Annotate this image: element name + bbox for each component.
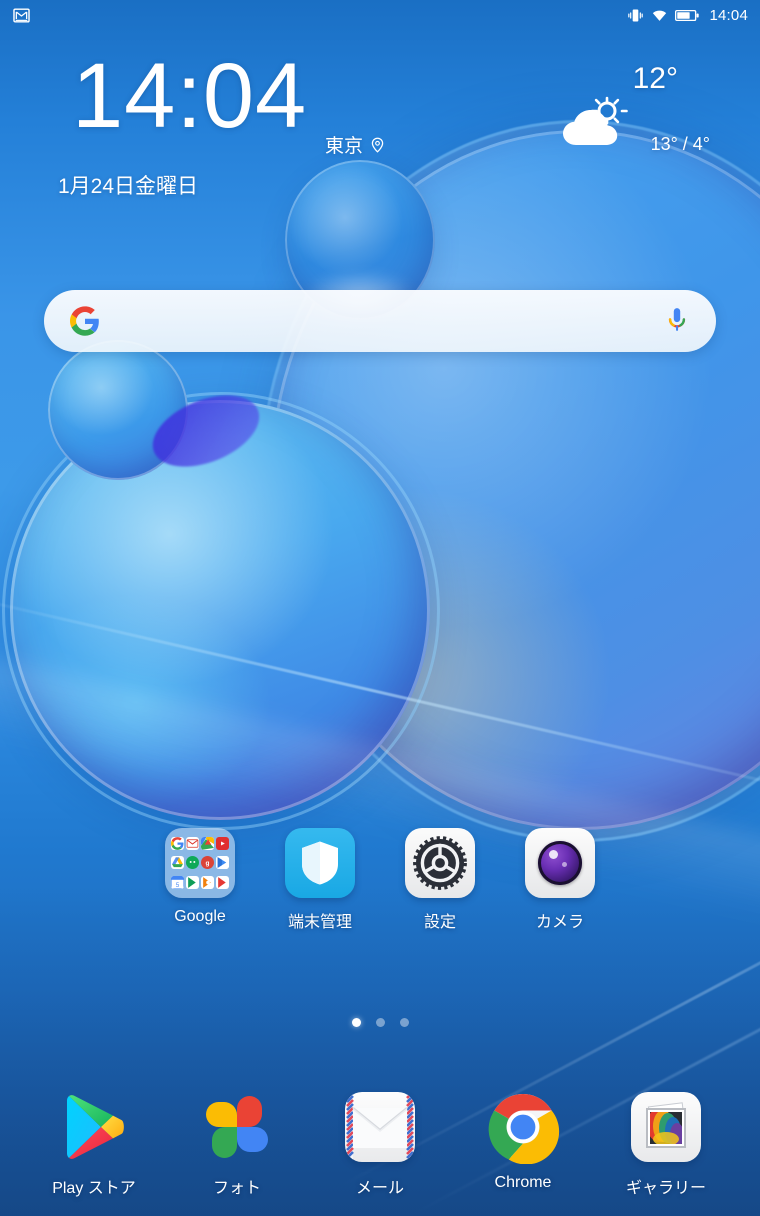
app-icon-settings[interactable]: 設定 (390, 828, 490, 932)
app-icon-google-folder[interactable]: g 5 Google (150, 828, 250, 932)
dock-item-mail[interactable]: メール (328, 1090, 432, 1198)
youtube-icon (216, 837, 229, 851)
wifi-icon (653, 10, 667, 21)
dock-label: ギャラリー (625, 1180, 706, 1197)
clock-location[interactable]: 東京 (325, 131, 386, 158)
gmail-icon (13, 7, 30, 23)
podcasts-icon (201, 875, 214, 889)
vibrate-icon (628, 8, 644, 22)
battery-icon (675, 9, 700, 21)
weather-current-temp: 12° (632, 62, 678, 95)
search-input[interactable] (100, 290, 664, 352)
google-photos-icon[interactable] (200, 1090, 274, 1164)
folder-icon[interactable]: g 5 (165, 828, 235, 898)
gmail-icon (186, 837, 199, 851)
svg-text:g: g (206, 860, 210, 867)
maps-icon (201, 837, 214, 851)
app-label: Google (174, 908, 226, 925)
app-label: カメラ (535, 914, 584, 931)
duo-icon (186, 856, 199, 870)
weather-temp-range: 13° / 4° (650, 134, 710, 154)
microphone-icon[interactable] (664, 306, 690, 336)
app-icon-device-manager[interactable]: 端末管理 (270, 828, 370, 932)
google-plus-icon: g (201, 856, 214, 870)
camera-lens (538, 841, 582, 885)
clock-date: 1月24日金曜日 (58, 175, 199, 198)
app-label: 端末管理 (287, 914, 352, 931)
dock-label: Play ストア (52, 1180, 136, 1197)
app-label: 設定 (423, 914, 456, 931)
home-screen: 14:04 14:04 東京 1月24日金曜日 12° 13° / 4° g 5… (0, 0, 760, 1216)
dock-item-chrome[interactable]: Chrome (471, 1090, 575, 1198)
calendar-icon: 5 (171, 875, 184, 889)
clock-city-label: 東京 (325, 136, 364, 157)
page-indicator[interactable] (0, 1018, 760, 1027)
wallpaper-sphere-left (10, 400, 430, 820)
google-search-bar[interactable] (44, 290, 716, 352)
wallpaper-sphere-right (270, 130, 760, 830)
dock-item-photos[interactable]: フォト (185, 1090, 289, 1198)
status-bar[interactable]: 14:04 (0, 0, 760, 30)
partly-cloudy-icon (563, 96, 628, 145)
dock: Play ストア フォト メール Chrome ギャラリー (0, 1090, 760, 1198)
status-bar-system-icons: 14:04 (627, 7, 748, 24)
gear-icon[interactable] (405, 828, 475, 898)
location-pin-icon (371, 137, 384, 153)
shield-icon[interactable] (285, 828, 355, 898)
page-dot-2[interactable] (375, 1018, 385, 1027)
page-dot-1[interactable] (351, 1018, 361, 1027)
dock-label: フォト (212, 1180, 261, 1197)
play-store-icon[interactable] (57, 1090, 131, 1164)
weather-widget[interactable]: 12° 13° / 4° (540, 62, 720, 172)
status-bar-notifications (12, 6, 31, 25)
clock-time: 14:04 (72, 45, 308, 147)
email-envelope-icon[interactable] (343, 1090, 417, 1164)
wallpaper-bubble-mid (48, 340, 188, 480)
drive-icon (171, 856, 184, 870)
app-grid: g 5 Google 端末管理 設定 カメラ (0, 828, 760, 932)
camera-icon[interactable] (525, 828, 595, 898)
dock-label: メール (355, 1180, 404, 1197)
dock-label: Chrome (494, 1174, 552, 1191)
wallpaper-sphere-left-rim (2, 392, 440, 830)
chrome-icon[interactable] (486, 1090, 560, 1165)
play-movies-icon (216, 856, 229, 870)
google-icon (171, 837, 184, 851)
play-store-icon (186, 875, 199, 889)
wallpaper-streak-1 (0, 587, 760, 816)
wallpaper-sphere-right-rim (260, 120, 760, 842)
dock-item-gallery[interactable]: ギャラリー (614, 1090, 718, 1198)
google-g-icon (70, 306, 99, 336)
status-bar-clock: 14:04 (709, 6, 748, 24)
play-music-icon (216, 875, 229, 889)
dock-item-play-store[interactable]: Play ストア (42, 1090, 146, 1198)
page-dot-3[interactable] (399, 1018, 409, 1027)
gallery-icon[interactable] (629, 1090, 703, 1164)
app-icon-camera[interactable]: カメラ (510, 828, 610, 932)
wallpaper-bubble-overlap (142, 381, 270, 481)
